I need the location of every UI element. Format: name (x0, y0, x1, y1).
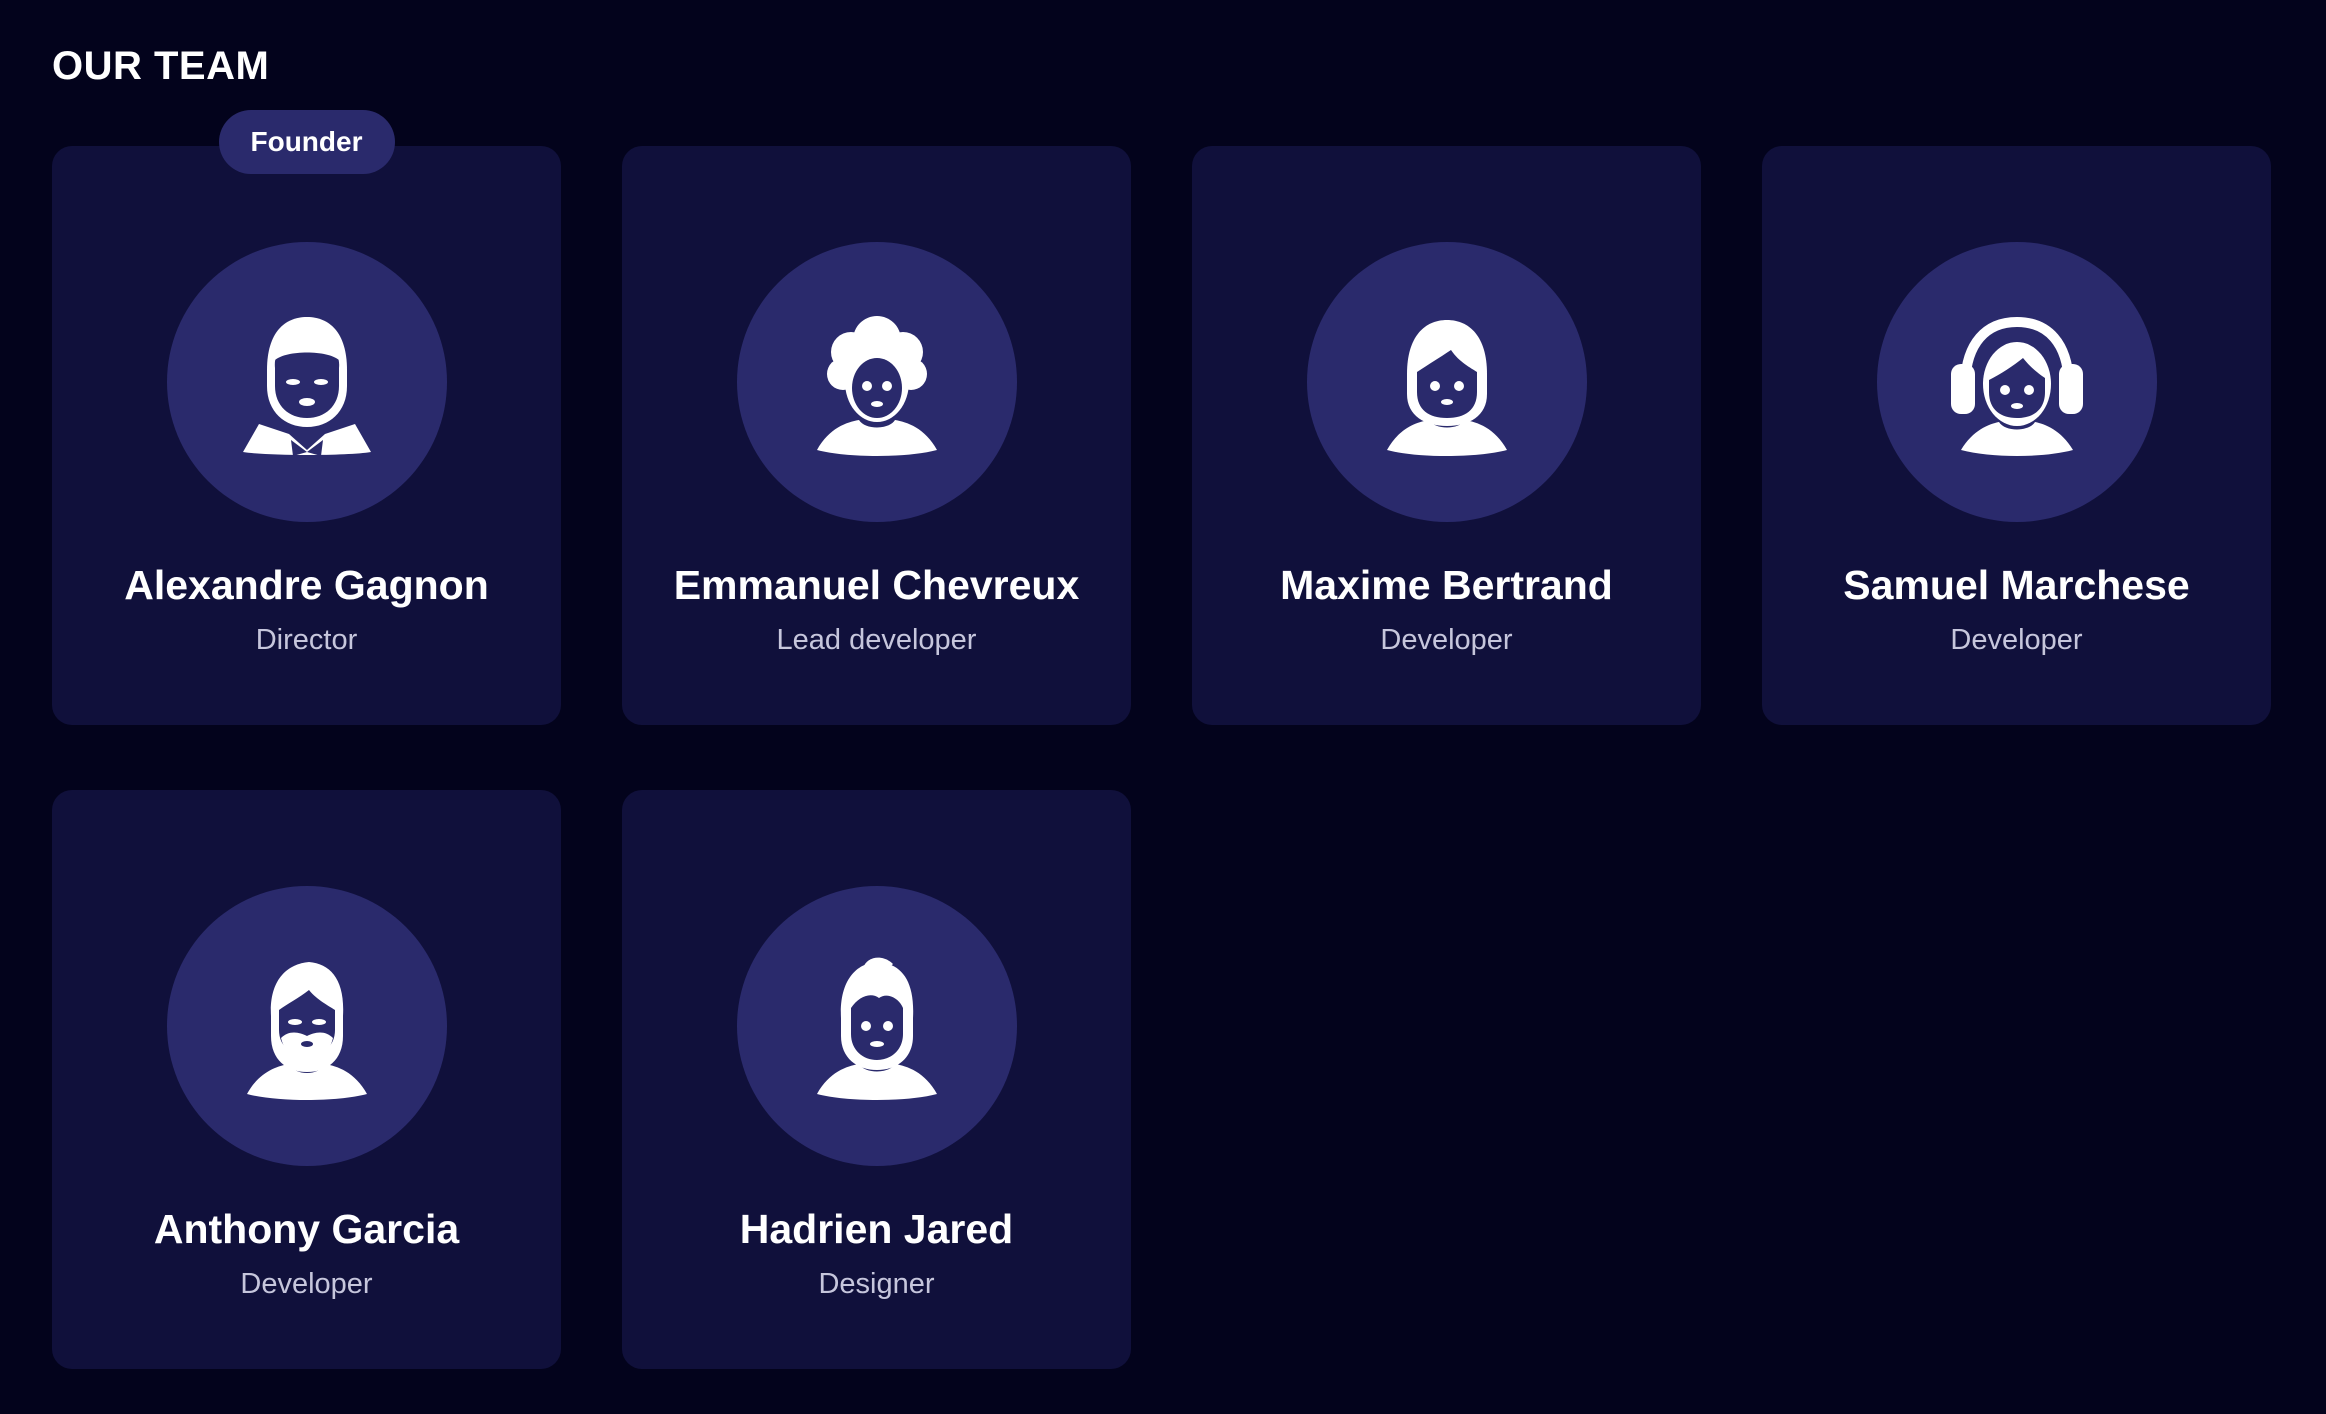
team-card-emmanuel-chevreux[interactable]: Emmanuel Chevreux Lead developer (622, 146, 1131, 725)
member-name: Maxime Bertrand (1280, 562, 1613, 608)
team-card-maxime-bertrand[interactable]: Maxime Bertrand Developer (1192, 146, 1701, 725)
team-card-samuel-marchese[interactable]: Samuel Marchese Developer (1762, 146, 2271, 725)
team-card-anthony-garcia[interactable]: Anthony Garcia Developer (52, 790, 561, 1369)
member-role: Designer (818, 1268, 935, 1300)
team-card-alexandre-gagnon[interactable]: Founder Alexandre Gagnon Director (52, 110, 561, 725)
man-bowtie-icon (242, 317, 371, 456)
avatar (1876, 242, 2157, 522)
person-headphones-icon (1950, 316, 2083, 456)
member-role: Developer (1380, 624, 1513, 656)
member-role: Developer (240, 1268, 373, 1300)
member-name: Samuel Marchese (1843, 562, 2190, 608)
team-card-hadrien-jared[interactable]: Hadrien Jared Designer (622, 790, 1131, 1369)
avatar (166, 242, 447, 522)
team-grid: Founder Alexandre Gagnon Director Emmanu… (52, 110, 2272, 1369)
page-title: OUR TEAM (52, 44, 270, 88)
avatar (736, 242, 1017, 522)
member-role: Director (255, 624, 358, 656)
woman-bob-hair-icon (1386, 320, 1507, 456)
bearded-man-icon (246, 962, 367, 1100)
young-man-icon (816, 957, 937, 1100)
founder-badge: Founder (218, 110, 395, 174)
member-name: Anthony Garcia (153, 1206, 460, 1252)
member-role: Developer (1950, 624, 2083, 656)
team-page: OUR TEAM Founder Alexandre Gagnon Direct… (0, 0, 2326, 1414)
member-name: Hadrien Jared (739, 1206, 1014, 1252)
member-name: Emmanuel Chevreux (673, 562, 1080, 608)
member-name: Alexandre Gagnon (124, 562, 489, 608)
avatar (166, 886, 447, 1166)
curly-hair-person-icon (816, 316, 937, 456)
member-role: Lead developer (776, 624, 977, 656)
avatar (736, 886, 1017, 1166)
avatar (1306, 242, 1587, 522)
